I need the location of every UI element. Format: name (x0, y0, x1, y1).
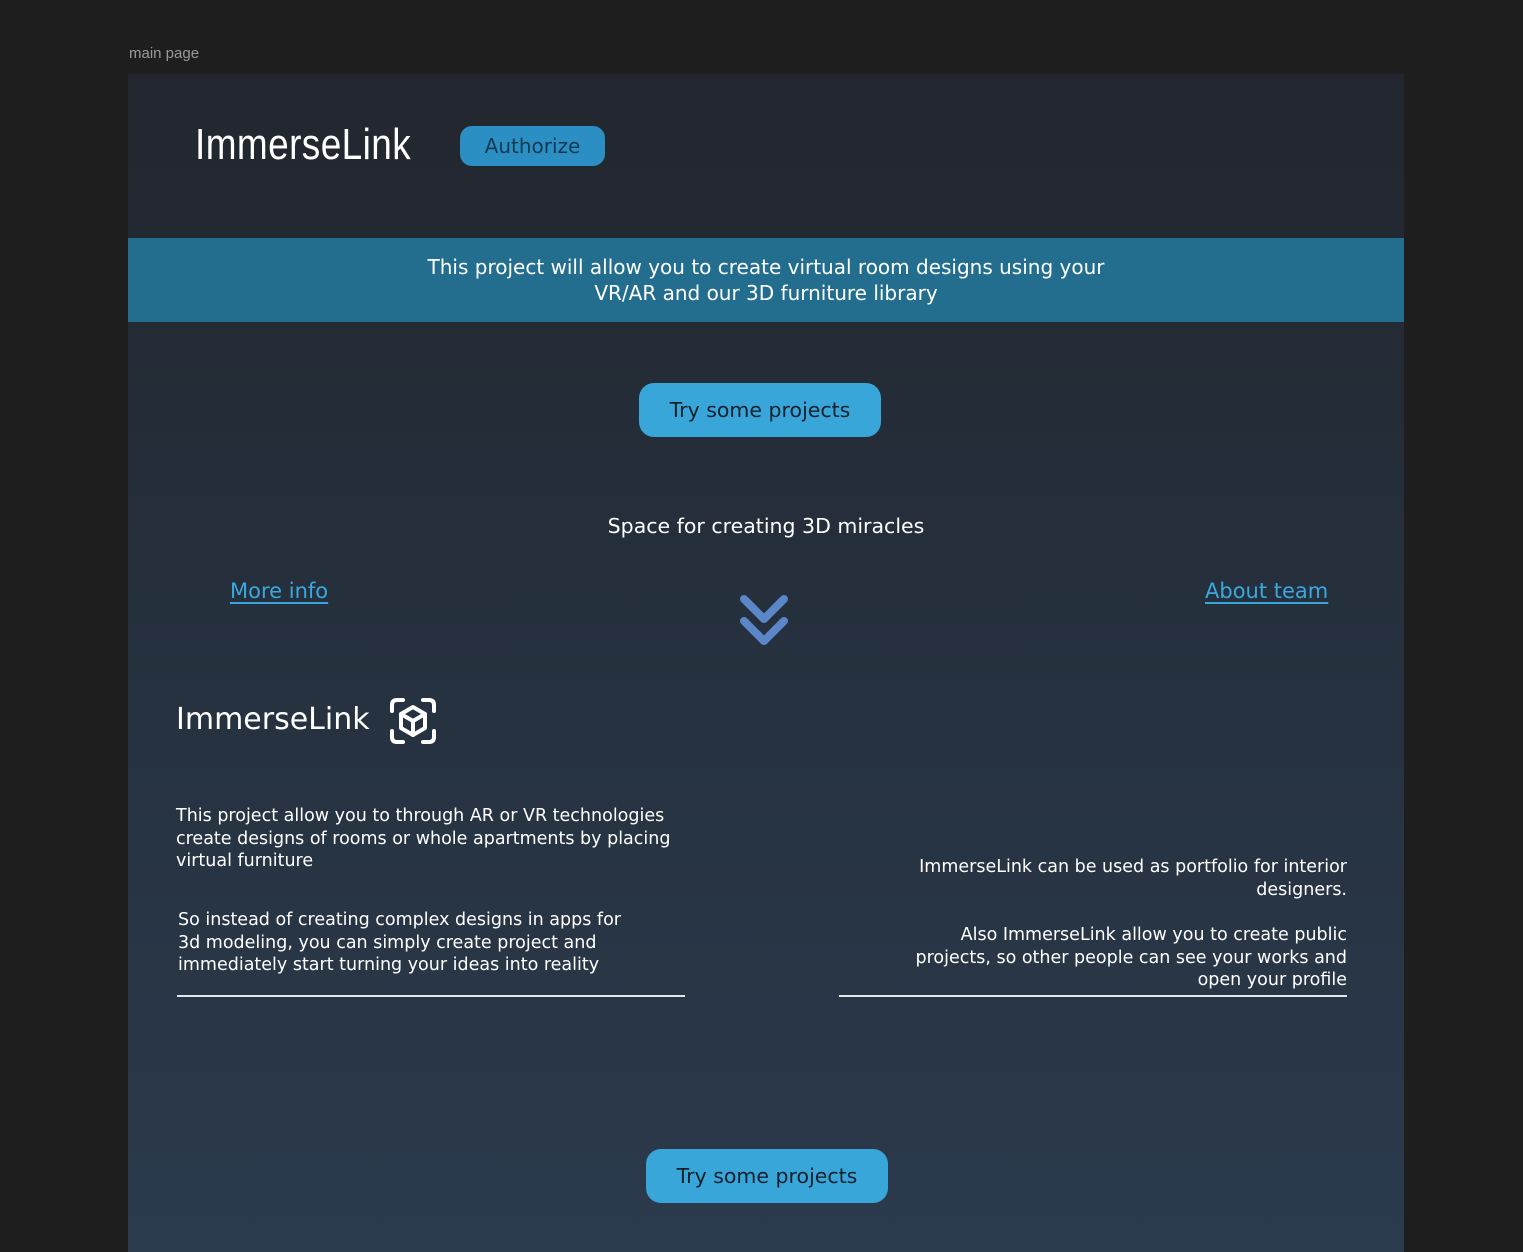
about-team-link[interactable]: About team (1205, 579, 1328, 603)
double-chevron-down-icon[interactable] (738, 593, 790, 649)
about-paragraph: ImmerseLink can be used as portfolio for… (919, 857, 1347, 900)
header-logo[interactable]: ImmerseLink (195, 120, 411, 170)
section-title: ImmerseLink (176, 702, 370, 737)
divider (839, 995, 1347, 997)
about-paragraph: Also ImmerseLink allow you to create pub… (915, 925, 1347, 990)
try-projects-button-footer[interactable]: Try some projects (646, 1149, 888, 1203)
divider (177, 995, 685, 997)
ar-cube-icon (390, 698, 436, 744)
more-info-link[interactable]: More info (230, 579, 328, 603)
about-paragraph: So instead of creating complex designs i… (178, 910, 621, 975)
main-page-frame: ImmerseLink Authorize This project will … (128, 74, 1404, 1252)
authorize-button[interactable]: Authorize (460, 126, 605, 166)
try-projects-button[interactable]: Try some projects (639, 383, 881, 437)
intro-banner: This project will allow you to create vi… (128, 238, 1404, 322)
about-paragraph: This project allow you to through AR or … (176, 806, 671, 871)
frame-label: main page (129, 45, 200, 62)
banner-text: This project will allow you to create vi… (427, 255, 1105, 305)
tagline: Space for creating 3D miracles (607, 514, 925, 538)
